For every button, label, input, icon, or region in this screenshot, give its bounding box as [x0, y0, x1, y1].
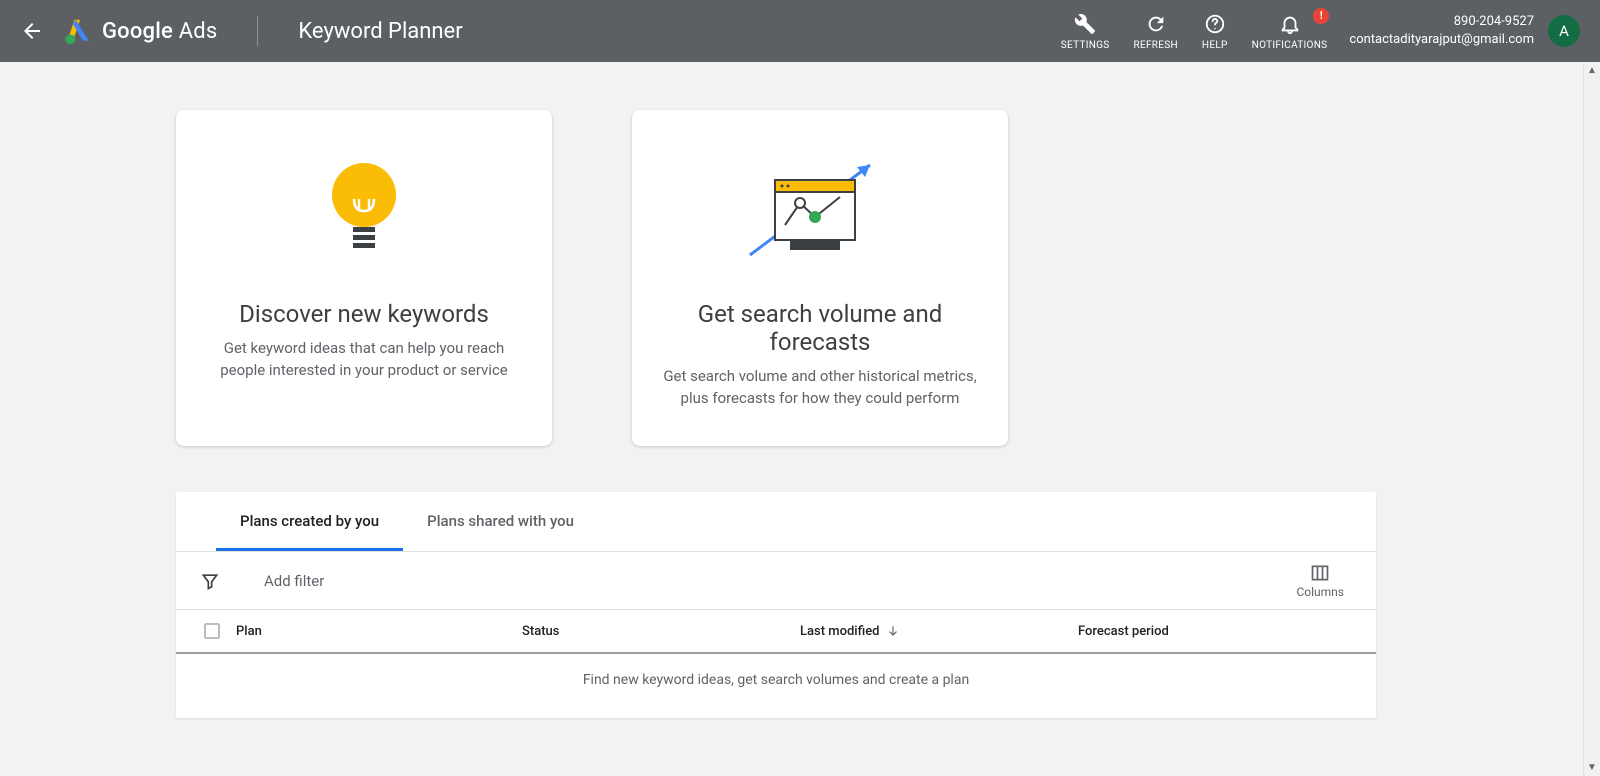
refresh-icon	[1145, 13, 1167, 35]
notifications-button[interactable]: ! NOTIFICATIONS	[1240, 12, 1340, 51]
header-divider	[257, 16, 258, 46]
scroll-down-icon[interactable]: ▼	[1584, 759, 1600, 776]
vertical-scrollbar[interactable]: ▲ ▼	[1583, 62, 1600, 776]
table-header: Plan Status Last modified Forecast perio…	[176, 610, 1376, 654]
plans-section: Plans created by you Plans shared with y…	[176, 492, 1376, 718]
cards-row: Discover new keywords Get keyword ideas …	[0, 62, 1600, 446]
account-info[interactable]: 890-204-9527 contactadityarajput@gmail.c…	[1349, 13, 1534, 49]
plans-tabs: Plans created by you Plans shared with y…	[176, 492, 1376, 552]
col-last-modified[interactable]: Last modified	[800, 624, 1078, 639]
filter-icon[interactable]	[200, 571, 220, 591]
back-arrow-icon[interactable]	[20, 19, 44, 43]
header-left: Google Ads Keyword Planner	[20, 16, 463, 46]
tab-plans-shared[interactable]: Plans shared with you	[403, 492, 598, 551]
empty-plans-message: Find new keyword ideas, get search volum…	[176, 654, 1376, 718]
google-ads-logo-icon	[64, 17, 92, 45]
help-button[interactable]: HELP	[1190, 12, 1240, 51]
tab-plans-mine[interactable]: Plans created by you	[216, 492, 403, 551]
filter-row: Add filter Columns	[176, 552, 1376, 610]
discover-card-desc: Get keyword ideas that can help you reac…	[204, 338, 524, 382]
select-all-checkbox[interactable]	[204, 623, 220, 639]
chart-arrow-icon	[745, 150, 895, 280]
bell-icon	[1279, 13, 1301, 35]
columns-button[interactable]: Columns	[1288, 559, 1352, 603]
col-status[interactable]: Status	[522, 624, 800, 639]
arrow-down-icon	[886, 624, 900, 638]
discover-card-title: Discover new keywords	[239, 300, 489, 328]
header-right: SETTINGS REFRESH HELP ! NOTIFICATIONS 89…	[1049, 12, 1580, 51]
settings-button[interactable]: SETTINGS	[1049, 12, 1122, 51]
col-plan[interactable]: Plan	[232, 624, 522, 639]
add-filter-button[interactable]: Add filter	[264, 572, 324, 590]
forecast-card[interactable]: Get search volume and forecasts Get sear…	[632, 110, 1008, 446]
notification-badge: !	[1313, 8, 1329, 24]
discover-keywords-card[interactable]: Discover new keywords Get keyword ideas …	[176, 110, 552, 446]
forecast-card-title: Get search volume and forecasts	[660, 300, 980, 356]
wrench-icon	[1074, 13, 1096, 35]
lightbulb-icon	[324, 150, 404, 280]
main-content: Discover new keywords Get keyword ideas …	[0, 62, 1600, 776]
refresh-button[interactable]: REFRESH	[1122, 12, 1190, 51]
col-forecast-period[interactable]: Forecast period	[1078, 624, 1360, 639]
avatar[interactable]: A	[1548, 15, 1580, 47]
account-id: 890-204-9527	[1454, 13, 1534, 31]
forecast-card-desc: Get search volume and other historical m…	[660, 366, 980, 410]
product-name: Google Ads	[102, 19, 217, 44]
columns-icon	[1310, 563, 1330, 583]
product-logo-block[interactable]: Google Ads	[64, 17, 217, 45]
help-icon	[1204, 13, 1226, 35]
page-title: Keyword Planner	[298, 19, 462, 44]
app-header: Google Ads Keyword Planner SETTINGS REFR…	[0, 0, 1600, 62]
account-email: contactadityarajput@gmail.com	[1349, 31, 1534, 49]
scroll-up-icon[interactable]: ▲	[1584, 62, 1600, 79]
